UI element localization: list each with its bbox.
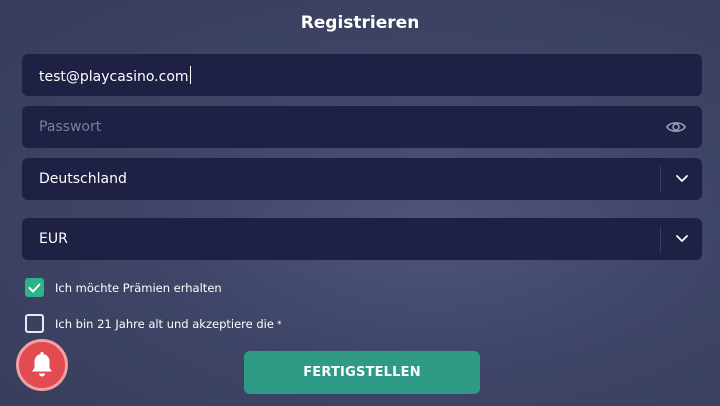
currency-select[interactable]: EUR: [22, 218, 702, 260]
email-field[interactable]: test@playcasino.com: [22, 54, 702, 96]
eye-icon[interactable]: [666, 118, 686, 136]
country-value: Deutschland: [39, 171, 127, 187]
checkmark-icon: [28, 283, 41, 292]
select-divider: [660, 166, 661, 192]
age-checkbox[interactable]: [25, 314, 44, 333]
notification-button[interactable]: [16, 339, 68, 391]
bell-icon: [32, 352, 52, 377]
email-value: test@playcasino.com: [39, 68, 189, 85]
bonus-option: Ich möchte Prämien erhalten: [25, 278, 222, 297]
submit-button[interactable]: FERTIGSTELLEN: [244, 351, 480, 394]
bonus-checkbox[interactable]: [25, 278, 44, 297]
currency-value: EUR: [39, 231, 68, 247]
bonus-checkbox-label: Ich möchte Prämien erhalten: [55, 280, 222, 295]
required-marker: *: [276, 319, 282, 330]
password-placeholder: Passwort: [39, 119, 102, 135]
chevron-down-icon[interactable]: [675, 173, 689, 183]
password-field[interactable]: Passwort: [22, 106, 702, 148]
age-option: Ich bin 21 Jahre alt und akzeptiere die *: [25, 314, 281, 333]
country-select[interactable]: Deutschland: [22, 158, 702, 200]
text-caret: [189, 65, 191, 84]
page-title: Registrieren: [300, 13, 420, 33]
select-divider: [660, 226, 661, 252]
chevron-down-icon[interactable]: [675, 233, 689, 243]
age-checkbox-label: Ich bin 21 Jahre alt und akzeptiere die: [55, 316, 274, 331]
